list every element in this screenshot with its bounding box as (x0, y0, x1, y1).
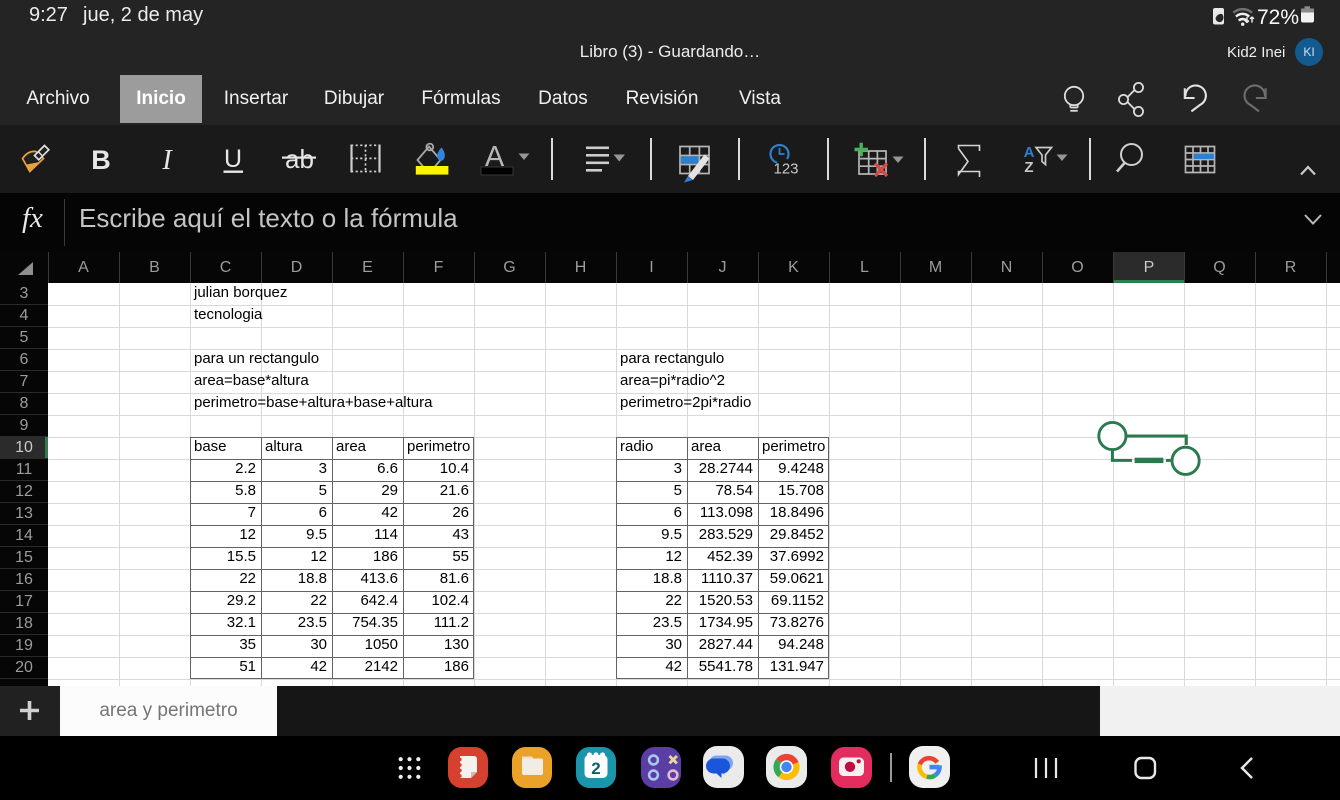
svg-text:ab: ab (285, 144, 314, 174)
svg-text:B: B (91, 145, 111, 175)
svg-text:2: 2 (591, 759, 600, 778)
svg-text:Z: Z (1024, 159, 1033, 176)
svg-text:123: 123 (773, 161, 798, 178)
svg-text:72%: 72% (1257, 6, 1299, 29)
svg-text:U: U (224, 145, 242, 173)
svg-text:I: I (161, 145, 173, 176)
